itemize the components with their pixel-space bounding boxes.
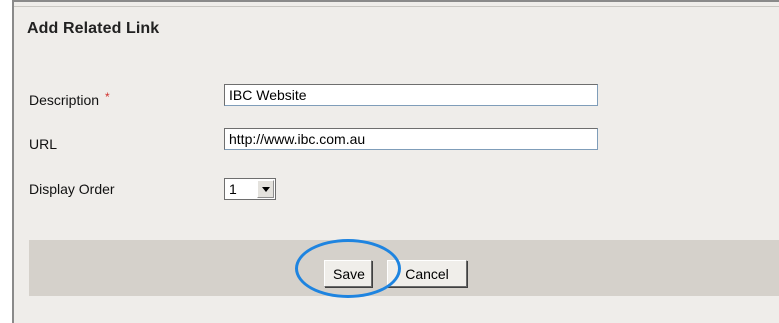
required-marker: * bbox=[105, 90, 110, 104]
display-order-value: 1 bbox=[229, 181, 237, 197]
display-order-select[interactable]: 1 bbox=[224, 178, 276, 200]
url-label: URL bbox=[29, 136, 58, 152]
related-link-panel: Add Related Link Description * URL Displa… bbox=[12, 0, 779, 323]
panel-title: Add Related Link bbox=[27, 20, 160, 37]
description-label-text: Description bbox=[29, 92, 100, 108]
save-button[interactable]: Save bbox=[324, 260, 372, 287]
panel-top-edge bbox=[14, 2, 779, 7]
chevron-down-icon[interactable] bbox=[257, 180, 274, 198]
url-input[interactable] bbox=[224, 128, 598, 150]
cancel-button[interactable]: Cancel bbox=[387, 260, 467, 287]
display-order-label: Display Order bbox=[29, 181, 115, 197]
description-input[interactable] bbox=[224, 84, 598, 106]
description-label: Description * bbox=[29, 90, 110, 108]
